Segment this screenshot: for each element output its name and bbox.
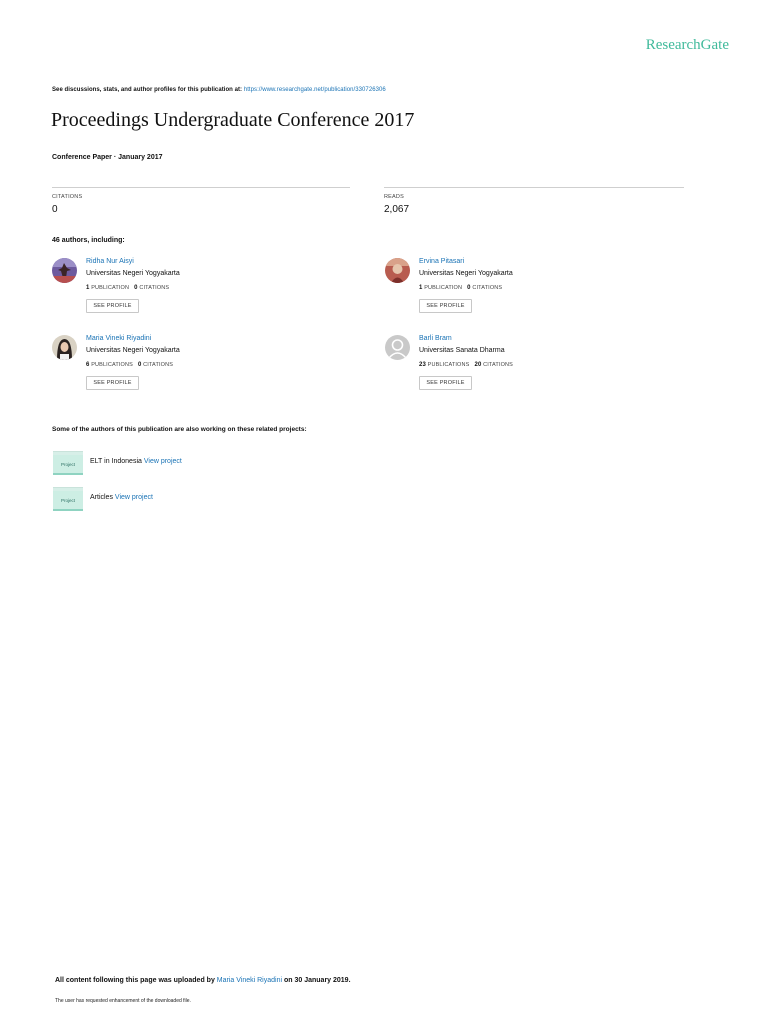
citation-count: 20 — [474, 362, 482, 368]
citations-label: CITATIONS — [52, 194, 83, 200]
upload-notice: All content following this page was uplo… — [55, 977, 351, 984]
project-text: ELT in Indonesia View project — [90, 458, 182, 465]
citation-label: CITATIONS — [472, 285, 503, 291]
project-folder-label: Project — [53, 455, 83, 475]
author-name-link[interactable]: Ridha Nur Aisyi — [86, 258, 134, 265]
author-avatar[interactable] — [52, 258, 77, 283]
authors-count: 46 authors, including: — [52, 237, 125, 244]
author-stats: 6 PUBLICATIONS 0 CITATIONS — [86, 362, 173, 368]
researchgate-logo[interactable]: ResearchGate — [646, 37, 729, 54]
author-stats: 1 PUBLICATION 0 CITATIONS — [86, 285, 169, 291]
author-institution: Universitas Negeri Yogyakarta — [86, 347, 180, 354]
author-name-link[interactable]: Maria Vineki Riyadini — [86, 335, 151, 342]
project-folder-label: Project — [53, 491, 83, 511]
author-card: Ervina Pitasari Universitas Negeri Yogya… — [385, 258, 675, 328]
citations-value: 0 — [52, 204, 58, 215]
citation-count: 0 — [467, 285, 471, 291]
reads-value: 2,067 — [384, 204, 410, 215]
upload-suffix: on 30 January 2019. — [283, 977, 351, 984]
author-stats: 23 PUBLICATIONS 20 CITATIONS — [419, 362, 513, 368]
publication-type-date: Conference Paper · January 2017 — [52, 154, 163, 161]
reads-stat: READS 2,067 — [384, 187, 684, 215]
author-stats: 1 PUBLICATION 0 CITATIONS — [419, 285, 502, 291]
project-text: Articles View project — [90, 494, 153, 501]
see-profile-button[interactable]: SEE PROFILE — [86, 376, 139, 390]
see-profile-button[interactable]: SEE PROFILE — [419, 376, 472, 390]
discussion-line: See discussions, stats, and author profi… — [52, 87, 386, 93]
publication-count: 6 — [86, 362, 90, 368]
project-folder-icon[interactable]: Project — [53, 451, 83, 475]
see-profile-button[interactable]: SEE PROFILE — [419, 299, 472, 313]
publication-url-link[interactable]: https://www.researchgate.net/publication… — [244, 87, 386, 93]
author-institution: Universitas Negeri Yogyakarta — [86, 270, 180, 277]
citation-count: 0 — [137, 362, 142, 368]
author-avatar[interactable] — [52, 335, 77, 360]
upload-prefix: All content following this page was uplo… — [55, 977, 215, 984]
publication-count: 1 — [419, 285, 423, 291]
publication-label: PUBLICATION — [91, 285, 130, 291]
author-card: Barli Bram Universitas Sanata Dharma 23 … — [385, 335, 675, 405]
default-user-icon[interactable] — [385, 335, 410, 360]
citation-label: CITATIONS — [143, 362, 174, 368]
project-folder-icon[interactable]: Project — [53, 487, 83, 511]
uploader-link[interactable]: Maria Vineki Riyadini — [217, 977, 282, 984]
citations-stat: CITATIONS 0 — [52, 187, 350, 215]
author-card: Maria Vineki Riyadini Universitas Negeri… — [52, 335, 342, 405]
reads-label: READS — [384, 194, 404, 200]
view-project-link[interactable]: View project — [144, 458, 182, 465]
citation-label: CITATIONS — [483, 362, 513, 368]
see-profile-button[interactable]: SEE PROFILE — [86, 299, 139, 313]
publication-label: PUBLICATIONS — [91, 362, 133, 368]
author-avatar[interactable] — [385, 258, 410, 283]
author-name-link[interactable]: Barli Bram — [419, 335, 452, 342]
enhancement-note: The user has requested enhancement of th… — [55, 998, 191, 1004]
citation-label: CITATIONS — [139, 285, 170, 291]
discussion-text: See discussions, stats, and author profi… — [52, 87, 243, 93]
publication-label: PUBLICATION — [424, 285, 463, 291]
view-project-link[interactable]: View project — [115, 494, 153, 501]
publication-label: PUBLICATIONS — [427, 362, 470, 368]
project-name: ELT in Indonesia — [90, 458, 142, 465]
author-name-link[interactable]: Ervina Pitasari — [419, 258, 464, 265]
author-card: Ridha Nur Aisyi Universitas Negeri Yogya… — [52, 258, 342, 328]
citation-count: 0 — [134, 285, 138, 291]
project-name: Articles — [90, 494, 113, 501]
author-institution: Universitas Sanata Dharma — [419, 347, 505, 354]
author-institution: Universitas Negeri Yogyakarta — [419, 270, 513, 277]
publication-count: 23 — [419, 362, 426, 368]
publication-count: 1 — [86, 285, 90, 291]
publication-title: Proceedings Undergraduate Conference 201… — [51, 109, 415, 131]
related-projects-heading: Some of the authors of this publication … — [52, 426, 307, 433]
